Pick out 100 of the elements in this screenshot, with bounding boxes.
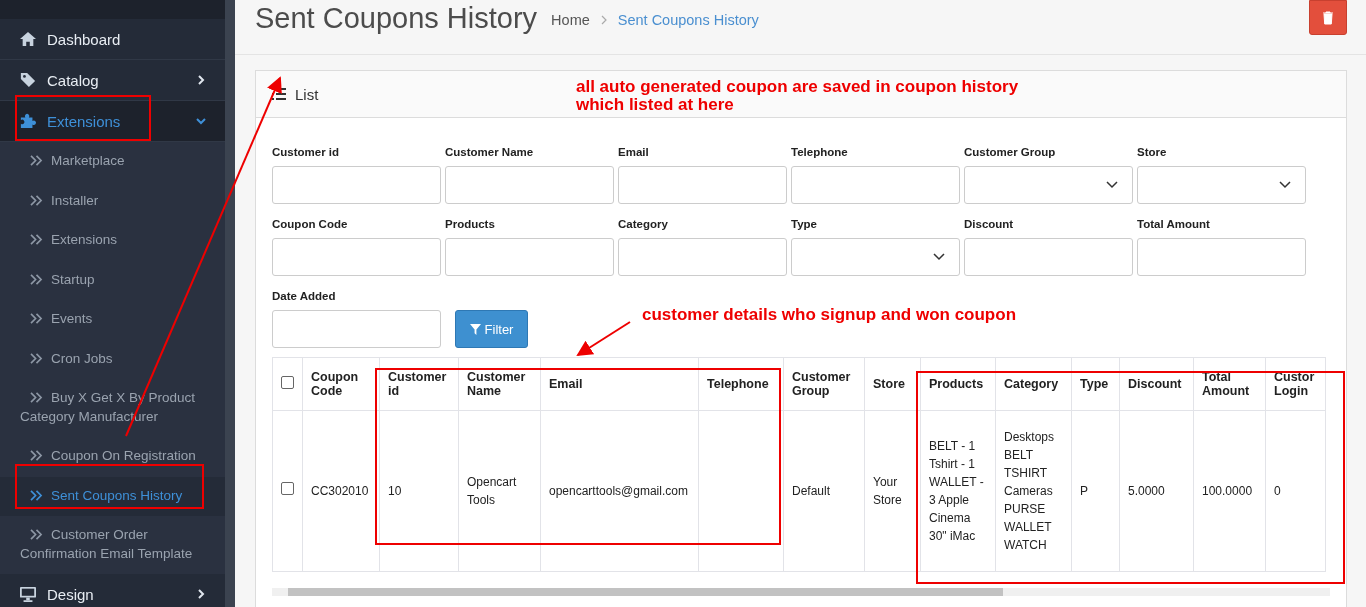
input-field[interactable] [445,238,614,276]
table-cell: Your Store [864,410,921,572]
table-cell: CC302010 [302,410,380,572]
input-field[interactable] [272,238,441,276]
double-chevron-icon [30,489,43,501]
filter-label: Customer Group [964,146,1057,158]
annotation-text: all auto generated coupon are saved in coupon history which listed at here [576,78,1019,114]
horizontal-scrollbar[interactable] [272,588,1330,596]
menu-label: Dashboard [47,30,122,48]
input-field[interactable] [272,166,441,204]
column-header: Custor Login [1265,357,1326,411]
table-cell: 5.0000 [1119,410,1194,572]
table-cell: BELT - 1 Tshirt - 1 WALLET - 3 Apple Cinema 30" iMac [920,410,996,572]
table-cell: Opencart Tools [458,410,541,572]
filter-label: Discount [964,218,1015,230]
menu-item[interactable]: Catalog [0,60,225,101]
annotation-text: customer details who signup and won coupon [642,306,1017,324]
filter-label: Date Added [272,290,337,302]
submenu-item[interactable]: Sent Coupons History [0,476,225,516]
select-field[interactable] [964,166,1133,204]
trash-icon [1322,10,1334,25]
column-header: Customer Group [783,357,865,411]
select-field[interactable] [1137,166,1306,204]
filter-label: Coupon Code [272,218,349,230]
column-header: Email [540,357,699,411]
breadcrumb-link[interactable]: Home [551,12,590,28]
submenu-item[interactable]: Installer [0,181,225,221]
input-field[interactable] [618,238,787,276]
submenu-item[interactable]: Extensions [0,221,225,261]
table-cell: 100.0000 [1193,410,1266,572]
table-cell: 0 [1265,410,1326,572]
submenu-item[interactable]: Events [0,300,225,340]
filter-label: Category [618,218,669,230]
checkbox[interactable] [281,482,294,495]
column-header: Coupon Code [302,357,380,411]
filter-label: Customer id [272,146,341,158]
double-chevron-icon [30,352,43,364]
input-field[interactable] [445,166,614,204]
funnel-icon [469,323,481,335]
column-header: Products [920,357,996,411]
breadcrumb-link[interactable]: Sent Coupons History [617,12,759,28]
tag-icon [19,72,37,88]
double-chevron-icon [30,313,43,324]
menu-label: Catalog [47,71,100,89]
input-field[interactable] [964,238,1133,276]
double-chevron-icon [30,392,43,403]
submenu-item[interactable]: Coupon On Registration [0,437,225,477]
column-header: Type [1071,357,1120,411]
double-chevron-icon [30,273,43,285]
table-cell: 10 [379,410,459,572]
caret-icon [1106,181,1118,189]
list-icon [272,88,286,100]
checkbox[interactable] [281,376,294,389]
table-cell: Desktops BELT TSHIRT Cameras PURSE WALLET WATCH [995,410,1072,572]
menu-item[interactable]: Design [0,574,225,607]
double-chevron-icon [30,234,43,245]
filter-label: Email [618,146,650,158]
double-chevron-icon [30,194,43,206]
input-field[interactable] [791,166,960,204]
double-chevron-icon [30,450,43,461]
monitor-icon [19,586,37,602]
table-cell: Default [783,410,865,572]
menu-item[interactable]: Dashboard [0,19,225,60]
delete-button[interactable] [1309,0,1347,35]
chevron-right-icon [599,15,608,25]
filter-label: Products [445,218,496,230]
home-icon [19,31,37,47]
table-cell: opencarttools@gmail.com [540,410,699,572]
double-chevron-icon [30,155,43,166]
submenu-item[interactable]: Startup [0,260,225,300]
filter-label: Type [791,218,818,230]
input-field[interactable] [272,310,441,348]
filter-label: Telephone [791,146,849,158]
caret-icon [933,253,945,261]
column-header: Customer Name [458,357,541,411]
annotation-arrow [576,321,631,357]
input-field[interactable] [618,166,787,204]
column-header: Category [995,357,1072,411]
column-header: Discount [1119,357,1194,411]
filter-label: Store [1137,146,1168,158]
filter-button[interactable]: Filter [455,310,528,348]
menu-label: Extensions [47,112,122,130]
submenu-item[interactable]: Customer Order Confirmation Email Template [0,516,225,574]
submenu-item[interactable]: Marketplace [0,142,225,182]
page-title: Sent Coupons History [255,1,538,36]
double-chevron-icon [30,529,43,540]
select-field[interactable] [791,238,960,276]
vertical-scrollbar[interactable] [225,0,235,607]
panel-title: List [295,85,319,103]
filter-label: Customer Name [445,146,535,158]
menu-label: Design [47,585,95,603]
column-header: Store [864,357,921,411]
input-field[interactable] [1137,238,1306,276]
puzzle-icon [19,113,37,129]
column-header: Telephone [698,357,784,411]
menu-item[interactable]: Extensions [0,101,225,142]
caret-icon [1279,181,1291,189]
submenu-item[interactable]: Cron Jobs [0,339,225,379]
filter-label: Total Amount [1137,218,1211,230]
column-header: Customer id [379,357,459,411]
